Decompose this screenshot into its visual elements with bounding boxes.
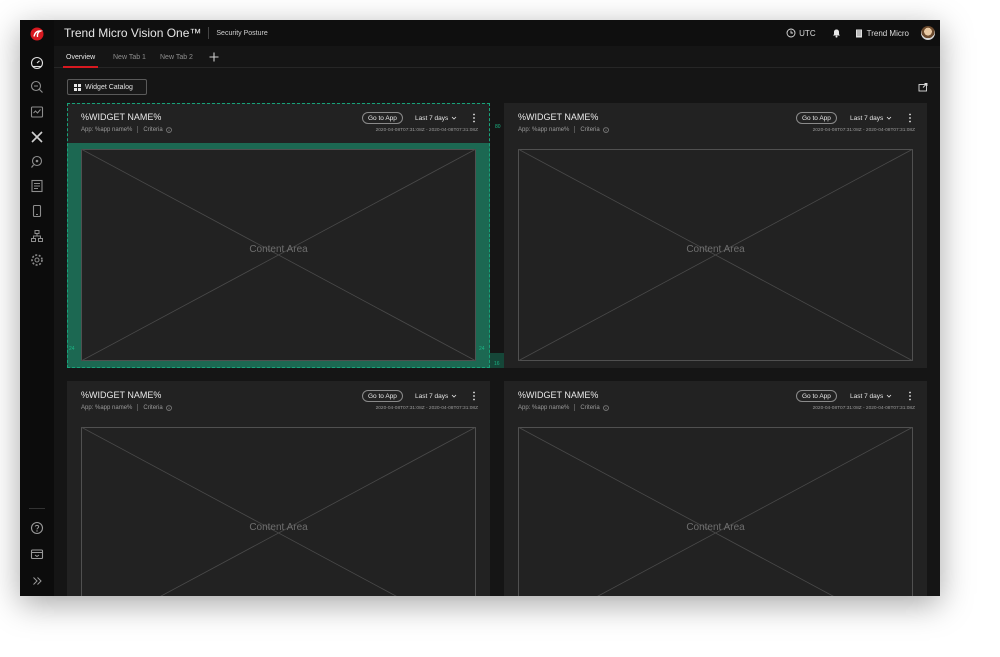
widget-title: %WIDGET NAME% [81,390,162,400]
content-area-label: Content Area [686,522,745,533]
subtitle-divider [574,404,576,411]
widget-subtitle: App: %app name% Criteria [518,404,609,411]
dashboard-gauge-icon[interactable] [20,52,54,74]
app-title: Trend Micro Vision One™ [64,26,202,40]
widget-criteria-label: Criteria [580,404,600,411]
chevron-down-icon [886,116,892,120]
admin-console-icon[interactable] [20,543,54,565]
widget-app-name: App: %app name% [81,404,133,411]
bell-icon [832,29,840,38]
expand-rail-icon[interactable] [20,570,54,592]
tab-new-tab-2[interactable]: New Tab 2 [160,46,193,68]
tab-new-tab-1[interactable]: New Tab 1 [113,46,146,68]
widget-catalog-button[interactable]: Widget Catalog [67,79,147,95]
widget-title: %WIDGET NAME% [518,390,599,400]
building-icon [855,29,862,37]
subtitle-divider [137,404,139,411]
widget-criteria-label: Criteria [580,126,600,133]
mobile-icon[interactable] [20,200,54,222]
widget-app-name: App: %app name% [518,126,570,133]
export-icon[interactable] [918,82,928,92]
content-placeholder-frame [81,427,476,596]
widget-card: %WIDGET NAME% App: %app name% Criteria G… [67,103,490,368]
reports-icon[interactable] [20,175,54,197]
right-padding-guide [476,149,490,368]
subtitle-divider [574,126,576,133]
go-to-app-button[interactable]: Go to App [796,390,837,402]
widget-date-range: 2020-04-08T07:31:08Z - 2020-04-08T07:31:… [812,406,915,411]
go-to-app-button[interactable]: Go to App [796,112,837,124]
widget-subtitle: App: %app name% Criteria [81,404,172,411]
time-range-dropdown[interactable]: Last 7 days [850,390,892,402]
go-to-app-button[interactable]: Go to App [362,390,403,402]
trend-logo-icon[interactable] [20,23,54,45]
rail-divider [29,508,45,509]
widget-catalog-label: Widget Catalog [85,83,133,91]
bottom-padding-guide [81,361,476,368]
left-padding-value: 24 [69,346,75,352]
widget-title: %WIDGET NAME% [518,112,599,122]
top-header: Trend Micro Vision One™ Security Posture… [54,20,940,46]
content-area-label: Content Area [686,244,745,255]
time-range-dropdown[interactable]: Last 7 days [850,112,892,124]
header-height-value: 80 [495,124,501,130]
chevron-down-icon [451,394,457,398]
utc-label: UTC [799,28,816,38]
header-actions: UTC Trend Micro [786,20,940,46]
threat-hunting-icon[interactable] [20,151,54,173]
utc-timezone-button[interactable]: UTC [786,28,816,38]
xdr-icon[interactable] [20,126,54,148]
widget-criteria-label: Criteria [143,404,163,411]
time-range-label: Last 7 days [850,392,884,400]
info-icon[interactable] [165,404,172,411]
content-placeholder-frame [518,427,913,596]
widget-subtitle: App: %app name% Criteria [518,126,609,133]
app-window: Trend Micro Vision One™ Security Posture… [20,20,940,596]
time-range-label: Last 7 days [850,114,884,122]
content-area-label: Content Area [249,522,308,533]
header-divider [208,27,210,39]
network-inventory-icon[interactable] [20,225,54,247]
avatar[interactable] [921,26,935,40]
workbench-icon[interactable] [20,101,54,123]
widget-content-area: Content Area [81,427,476,596]
more-vertical-icon [909,391,911,401]
more-vertical-icon [473,391,475,401]
widget-date-range: 2020-04-08T07:31:08Z - 2020-04-08T07:31:… [812,128,915,133]
settings-gear-icon[interactable] [20,249,54,271]
widget-app-name: App: %app name% [518,404,570,411]
account-menu[interactable]: Trend Micro [855,29,909,38]
more-vertical-icon [909,113,911,123]
tab-overview[interactable]: Overview [62,46,99,68]
clock-icon [786,28,796,38]
info-icon[interactable] [602,126,609,133]
left-nav-rail [20,20,54,596]
header-padding-guide [67,143,490,149]
tab-bar: Overview New Tab 1 New Tab 2 [54,46,940,68]
gap-guide [490,353,504,368]
content-placeholder-frame [518,149,913,361]
notifications-button[interactable] [832,28,841,38]
add-tab-icon[interactable] [207,50,221,64]
info-icon[interactable] [602,404,609,411]
widget-content-area: Content Area [518,149,913,361]
left-padding-guide [67,149,81,368]
app-subtitle: Security Posture [216,29,268,37]
search-icon[interactable] [20,76,54,98]
account-name: Trend Micro [866,28,909,38]
widget-more-button[interactable] [471,390,477,402]
widget-date-range: 2020-04-08T07:31:08Z - 2020-04-08T07:31:… [375,406,478,411]
widget-more-button[interactable] [907,112,913,124]
widget-card: %WIDGET NAME% App: %app name% Criteria G… [504,103,927,368]
time-range-label: Last 7 days [415,392,449,400]
widget-card: %WIDGET NAME% App: %app name% Criteria G… [67,381,490,596]
chevron-down-icon [886,394,892,398]
widget-content-area: Content Area [518,427,913,596]
widget-card: %WIDGET NAME% App: %app name% Criteria G… [504,381,927,596]
help-icon[interactable] [20,517,54,539]
right-padding-value: 24 [479,346,485,352]
time-range-dropdown[interactable]: Last 7 days [415,390,457,402]
widget-more-button[interactable] [907,390,913,402]
grid-icon [74,83,81,91]
